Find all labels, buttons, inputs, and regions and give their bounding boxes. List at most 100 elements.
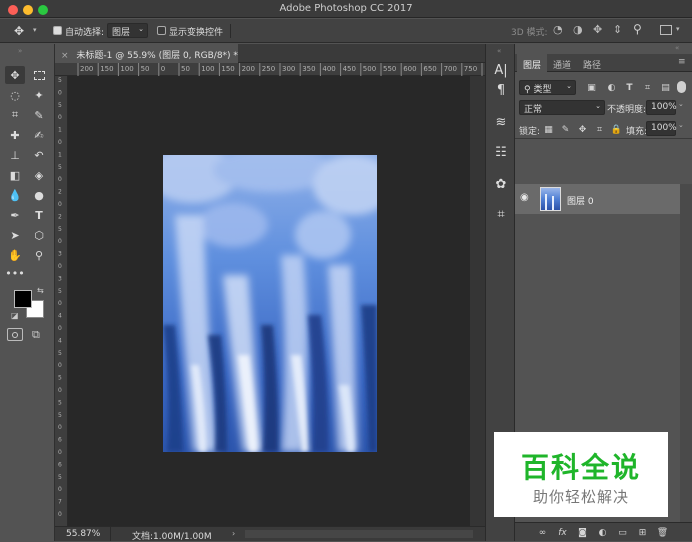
healing-brush-tool-icon[interactable]: ✚ xyxy=(5,126,25,144)
history-brush-tool-icon[interactable]: ↶ xyxy=(29,146,49,164)
move-tool-icon[interactable]: ✥ xyxy=(5,66,25,84)
auto-select-checkbox[interactable] xyxy=(53,26,62,35)
ruler-label: 0 xyxy=(58,486,62,493)
layer-thumbnail[interactable] xyxy=(540,187,561,211)
filter-pixel-icon[interactable]: ▣ xyxy=(586,82,597,93)
quick-mask-icon[interactable] xyxy=(7,328,23,341)
collapse-panel-icon[interactable]: « xyxy=(675,44,679,52)
horizontal-ruler: 200 150 100 50 0 50 100 150 200 250 300 350 400 450 50… xyxy=(55,63,485,76)
foreground-color-swatch[interactable] xyxy=(14,290,32,308)
type-tool-icon[interactable]: T xyxy=(29,206,49,224)
3d-slide-icon[interactable]: ⇕ xyxy=(613,23,622,36)
eyedropper-tool-icon[interactable]: ✎ xyxy=(29,106,49,124)
path-selection-tool-icon[interactable]: ➤ xyxy=(5,226,25,244)
filter-smart-object-icon[interactable]: ▤ xyxy=(660,82,671,93)
panel-menu-icon[interactable]: ≡ xyxy=(678,57,686,67)
show-transform-label: 显示变换控件 xyxy=(169,28,224,38)
blend-mode-dropdown[interactable]: 正常 ⌄ xyxy=(519,100,605,115)
filter-adjustment-icon[interactable]: ◐ xyxy=(606,82,617,93)
document-tab[interactable]: × 未标题-1 @ 55.9% (图层 0, RGB/8*) * xyxy=(55,44,238,63)
add-mask-icon[interactable]: ◙ xyxy=(577,527,588,538)
collapse-dock-icon[interactable]: « xyxy=(497,47,501,55)
more-tools-icon[interactable]: ••• xyxy=(5,264,25,282)
status-menu-arrow-icon[interactable]: › xyxy=(232,529,235,538)
search-icon[interactable]: ⚲ xyxy=(633,22,642,36)
crop-tool-icon[interactable]: ⌗ xyxy=(5,106,25,124)
default-colors-icon[interactable]: ◪ xyxy=(11,311,19,320)
lock-position-icon[interactable]: ✥ xyxy=(577,124,588,135)
ruler-label: 0 xyxy=(58,114,62,121)
layers-panel-icon[interactable]: ≋ xyxy=(491,112,511,132)
layers-footer: ∞ fx ◙ ◐ ▭ ⊞ 🗑 xyxy=(515,522,692,541)
paint-bucket-tool-icon[interactable]: ◈ xyxy=(29,166,49,184)
properties-panel-icon[interactable]: ☷ xyxy=(491,142,511,162)
filter-type-dropdown[interactable]: ⚲ 类型 ⌄ xyxy=(519,80,576,95)
lock-transparent-icon[interactable]: ▦ xyxy=(543,124,554,135)
new-layer-icon[interactable]: ⊞ xyxy=(637,527,648,538)
layers-scrollbar[interactable] xyxy=(680,184,692,524)
new-group-icon[interactable]: ▭ xyxy=(617,527,628,538)
ruler-label: 5 xyxy=(58,288,62,295)
adjustment-layer-icon[interactable]: ◐ xyxy=(597,527,608,538)
shape-tool-icon[interactable]: ⬡ xyxy=(29,226,49,244)
3d-pan-icon[interactable]: ✥ xyxy=(593,23,602,36)
tab-layers[interactable]: 图层 xyxy=(517,54,548,72)
character-panel-icon[interactable]: A| xyxy=(491,60,511,80)
eye-visibility-icon[interactable]: ◉ xyxy=(520,192,529,203)
lasso-tool-icon[interactable]: ◌ xyxy=(5,86,25,104)
layer-name[interactable]: 图层 0 xyxy=(567,194,594,207)
filter-toggle[interactable] xyxy=(677,81,686,93)
opacity-input[interactable]: 100% xyxy=(646,100,677,115)
fill-input[interactable]: 100% xyxy=(646,121,677,136)
zoom-level[interactable]: 55.87% xyxy=(66,529,100,539)
zoom-tool-icon[interactable]: ⚲ xyxy=(29,246,49,264)
paragraph-panel-icon[interactable]: ¶ xyxy=(491,80,511,100)
tool-preset-chevron-icon[interactable]: ▾ xyxy=(33,26,37,34)
lock-all-icon[interactable]: 🔒 xyxy=(611,124,622,135)
show-transform-checkbox[interactable] xyxy=(157,26,166,35)
blur-tool-icon[interactable]: 💧 xyxy=(5,186,25,204)
filter-type-icon[interactable]: T xyxy=(624,82,635,93)
magic-wand-tool-icon[interactable]: ✦ xyxy=(29,86,49,104)
clone-stamp-tool-icon[interactable]: ⊥ xyxy=(5,146,25,164)
dodge-tool-icon[interactable]: ● xyxy=(29,186,49,204)
horizontal-scrollbar[interactable] xyxy=(245,530,473,538)
collapse-toolbar-icon[interactable]: » xyxy=(18,47,22,55)
chevron-down-icon: ⌄ xyxy=(566,82,572,90)
tab-paths[interactable]: 路径 xyxy=(577,54,607,72)
marquee-tool-icon[interactable] xyxy=(29,66,49,84)
ruler-label: 1 xyxy=(58,127,62,134)
workspace-chevron-icon[interactable]: ▾ xyxy=(676,25,680,33)
auto-select-dropdown[interactable]: 图层 ⌄ xyxy=(107,23,148,38)
close-tab-icon[interactable]: × xyxy=(61,51,69,61)
fill-chevron-icon[interactable]: ⌄ xyxy=(678,121,688,136)
chevron-down-icon: ⌄ xyxy=(138,25,144,33)
search-icon: ⚲ xyxy=(524,85,531,95)
swap-colors-icon[interactable]: ⇆ xyxy=(37,286,44,295)
3d-roll-icon[interactable]: ◑ xyxy=(573,23,583,36)
tab-channels[interactable]: 通道 xyxy=(547,54,577,72)
eraser-tool-icon[interactable]: ◧ xyxy=(5,166,25,184)
ruler-label: 50 xyxy=(141,65,150,73)
lock-artboard-icon[interactable]: ⌗ xyxy=(594,124,605,135)
filter-shape-icon[interactable]: ⌗ xyxy=(642,82,653,93)
brush-tool-icon[interactable]: ✍ xyxy=(29,126,49,144)
opacity-chevron-icon[interactable]: ⌄ xyxy=(678,100,688,115)
ruler-label: 6 xyxy=(58,437,62,444)
vertical-scrollbar[interactable] xyxy=(470,76,485,526)
watermark-title: 百科全说 xyxy=(520,451,641,484)
lock-image-icon[interactable]: ✎ xyxy=(560,124,571,135)
styles-panel-icon[interactable]: ✿ xyxy=(491,174,511,194)
hand-tool-icon[interactable]: ✋ xyxy=(5,246,25,264)
workspace-icon[interactable] xyxy=(660,25,672,35)
link-layers-icon[interactable]: ∞ xyxy=(537,527,548,538)
layer-row[interactable]: ◉ 图层 0 xyxy=(515,184,680,214)
pen-tool-icon[interactable]: ✒ xyxy=(5,206,25,224)
document-artwork[interactable] xyxy=(163,155,377,452)
delete-layer-icon[interactable]: 🗑 xyxy=(657,527,668,538)
layer-style-icon[interactable]: fx xyxy=(557,527,568,538)
screen-mode-icon[interactable]: ⧉ xyxy=(32,328,40,342)
3d-orbit-icon[interactable]: ◔ xyxy=(553,23,563,36)
move-tool-icon[interactable]: ✥ xyxy=(14,24,24,38)
transform-panel-icon[interactable]: ⌗ xyxy=(491,204,511,224)
